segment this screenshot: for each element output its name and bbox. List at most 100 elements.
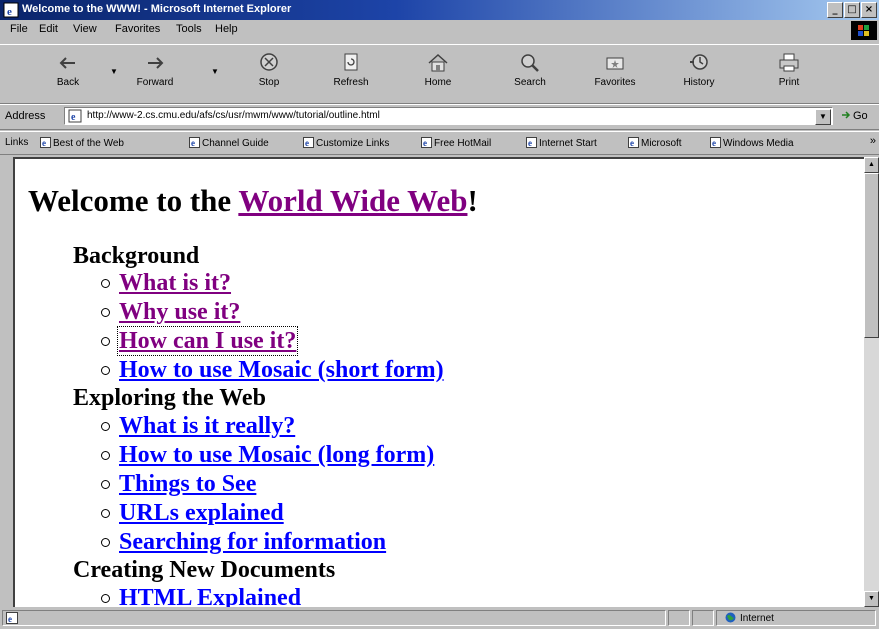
links-overflow-chevron[interactable]: »: [870, 135, 876, 147]
windows-flag-icon: [858, 25, 869, 36]
menu-favorites[interactable]: Favorites: [115, 23, 160, 35]
world-wide-web-link[interactable]: World Wide Web: [238, 183, 467, 218]
scroll-up-button[interactable]: ▲: [864, 157, 879, 173]
bullet-icon: [101, 422, 110, 431]
go-arrow-icon: [842, 111, 851, 119]
link-channel-guide[interactable]: e Channel Guide: [189, 137, 269, 149]
print-button[interactable]: Print: [758, 51, 820, 88]
address-dropdown-button[interactable]: ▼: [815, 109, 831, 125]
back-button[interactable]: Back: [37, 51, 99, 88]
svg-text:e: e: [630, 138, 634, 148]
bullet-icon: [101, 538, 110, 547]
link-html-explained[interactable]: HTML Explained: [119, 585, 301, 607]
list-item: What is it really?: [101, 413, 295, 440]
bullet-icon: [101, 594, 110, 603]
bullet-icon: [101, 451, 110, 460]
scroll-down-button[interactable]: ▼: [864, 591, 879, 607]
link-internet-start[interactable]: e Internet Start: [526, 137, 597, 149]
link-why-use-it[interactable]: Why use it?: [119, 299, 240, 325]
history-button[interactable]: History: [668, 51, 730, 88]
links-label: Links: [5, 137, 29, 148]
link-things-to-see[interactable]: Things to See: [119, 471, 256, 497]
links-bar: Links e Best of the Web e Channel Guide eC…: [0, 131, 879, 155]
favorites-label: Favorites: [594, 77, 636, 88]
link-customize-links[interactable]: e Customize Links: [303, 137, 389, 149]
maximize-button[interactable]: □: [844, 2, 860, 18]
link-best-of-the-web[interactable]: e Best of the Web: [40, 137, 124, 149]
link-page-icon: e: [526, 137, 537, 148]
link-what-is-it-really[interactable]: What is it really?: [119, 413, 295, 439]
list-item: URLs explained: [101, 500, 284, 527]
link-what-is-it[interactable]: What is it?: [119, 270, 231, 296]
page-status-icon: e: [6, 612, 18, 624]
close-button[interactable]: ×: [861, 2, 877, 18]
svg-text:e: e: [528, 138, 532, 148]
link-urls-explained[interactable]: URLs explained: [119, 500, 284, 526]
refresh-button[interactable]: Refresh: [320, 51, 382, 88]
link-page-icon: e: [710, 137, 721, 148]
link-mosaic-short-form[interactable]: How to use Mosaic (short form): [119, 357, 444, 383]
favorites-button[interactable]: Favorites: [584, 51, 646, 88]
security-zone: Internet: [725, 612, 774, 624]
link-windows-media[interactable]: e Windows Media: [710, 137, 794, 149]
menu-help[interactable]: Help: [215, 23, 238, 35]
windows-logo-throbber: [851, 21, 877, 40]
link-label: Free HotMail: [434, 138, 492, 149]
menu-tools[interactable]: Tools: [176, 23, 202, 35]
scroll-thumb[interactable]: [864, 173, 879, 338]
address-input[interactable]: e http://www-2.cs.cmu.edu/afs/cs/usr/mwm…: [64, 107, 833, 125]
link-microsoft[interactable]: e Microsoft: [628, 137, 682, 149]
print-label: Print: [778, 77, 800, 88]
bullet-icon: [101, 509, 110, 518]
heading-prefix: Welcome to the: [28, 183, 239, 218]
search-globe-icon: [521, 54, 539, 72]
svg-text:e: e: [42, 138, 46, 148]
refresh-icon: [344, 53, 358, 71]
address-bar: Address e http://www-2.cs.cmu.edu/afs/cs…: [0, 104, 879, 130]
link-page-icon: e: [628, 137, 639, 148]
refresh-label[interactable]: Refresh: [320, 77, 382, 88]
svg-text:e: e: [7, 6, 12, 18]
home-button[interactable]: Home: [407, 51, 469, 88]
address-label: Address: [5, 110, 46, 122]
link-searching-for-information[interactable]: Searching for information: [119, 529, 386, 555]
standard-toolbar: Back ▼ Forward ▼ Stop Refresh Home Searc…: [0, 44, 879, 104]
bullet-icon: [101, 366, 110, 375]
stop-icon: [260, 53, 278, 71]
forward-button[interactable]: Forward: [124, 51, 186, 88]
address-url-text[interactable]: http://www-2.cs.cmu.edu/afs/cs/usr/mwm/w…: [87, 110, 380, 121]
go-button[interactable]: Go: [841, 110, 868, 122]
link-how-can-i-use-it[interactable]: How can I use it?: [116, 326, 299, 356]
link-label: Microsoft: [641, 138, 682, 149]
link-page-icon: e: [189, 137, 200, 148]
menu-file[interactable]: File: [10, 23, 28, 35]
list-item: Searching for information: [101, 529, 386, 556]
link-label: Windows Media: [723, 138, 794, 149]
forward-arrow-icon: [148, 57, 164, 69]
search-button[interactable]: Search: [499, 51, 561, 88]
link-mosaic-long-form[interactable]: How to use Mosaic (long form): [119, 442, 434, 468]
bullet-icon: [101, 337, 110, 346]
browser-window: e Welcome to the WWW! - Microsoft Intern…: [0, 0, 879, 629]
back-dropdown-arrow[interactable]: ▼: [110, 67, 118, 76]
forward-dropdown-arrow[interactable]: ▼: [211, 67, 219, 76]
svg-text:e: e: [305, 138, 309, 148]
title-bar[interactable]: e Welcome to the WWW! - Microsoft Intern…: [0, 0, 879, 20]
menu-edit[interactable]: Edit: [39, 23, 58, 35]
history-icon: [690, 54, 708, 70]
status-pane-progress: [668, 610, 690, 626]
home-label: Home: [424, 77, 452, 88]
go-label: Go: [853, 110, 868, 122]
favorites-folder-icon: [606, 57, 624, 70]
vertical-scrollbar[interactable]: ▲ ▼: [864, 157, 879, 607]
link-free-hotmail[interactable]: e Free HotMail: [421, 137, 491, 149]
home-icon: [428, 53, 448, 72]
link-page-icon: e: [421, 137, 432, 148]
menu-view[interactable]: View: [73, 23, 97, 35]
list-item: Why use it?: [101, 299, 240, 326]
minimize-button[interactable]: _: [827, 2, 843, 18]
printer-icon: [779, 53, 799, 72]
stop-button[interactable]: Stop: [238, 51, 300, 88]
status-text-pane: e: [2, 610, 666, 626]
bullet-icon: [101, 480, 110, 489]
